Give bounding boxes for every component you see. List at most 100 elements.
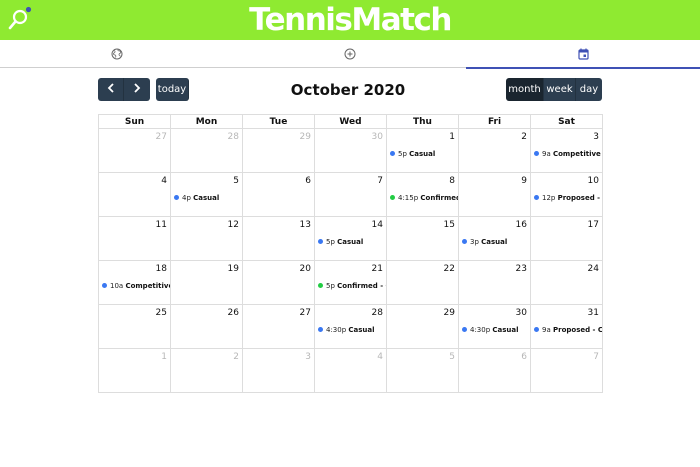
calendar-day-cell[interactable]: 5 [387, 349, 459, 393]
event-title: Casual [481, 238, 508, 246]
calendar-day-cell[interactable]: 30 [315, 129, 387, 173]
day-number: 3 [305, 352, 311, 362]
calendar-event[interactable]: 12p Proposed - C [534, 193, 602, 203]
event-status-dot [534, 327, 539, 332]
calendar-day-cell[interactable]: 4 [99, 173, 171, 217]
event-title: Competitive [125, 282, 170, 290]
event-title: Confirmed [420, 194, 458, 202]
tab-explore[interactable] [0, 40, 233, 68]
calendar-day-cell[interactable]: 20 [243, 261, 315, 305]
event-title: Casual [193, 194, 220, 202]
calendar-day-cell[interactable]: 6 [459, 349, 531, 393]
calendar-day-cell[interactable]: 27 [99, 129, 171, 173]
calendar-day-cell[interactable]: 10 12p Proposed - C [531, 173, 603, 217]
calendar-event[interactable]: 9a Competitive [534, 149, 602, 159]
calendar-event[interactable]: 5p Casual [390, 149, 458, 159]
next-month-button[interactable] [124, 78, 150, 101]
calendar-day-cell[interactable]: 3 [243, 349, 315, 393]
day-number: 9 [521, 176, 527, 186]
view-month-button[interactable]: month [506, 78, 544, 101]
calendar-day-cell[interactable]: 9 [459, 173, 531, 217]
calendar-day-cell[interactable]: 3 9a Competitive [531, 129, 603, 173]
calendar-day-cell[interactable]: 4 [315, 349, 387, 393]
calendar-day-cell[interactable]: 15 [387, 217, 459, 261]
calendar-day-cell[interactable]: 17 [531, 217, 603, 261]
calendar-event[interactable]: 4:30p Casual [318, 325, 386, 335]
day-number: 27 [155, 132, 167, 142]
calendar-day-cell[interactable]: 2 [171, 349, 243, 393]
event-title: Casual [348, 326, 375, 334]
calendar-week-row: 4 5 4p Casual 6 7 8 4:15p Confirmed 9 10 12p Prop… [99, 173, 603, 217]
calendar-day-cell[interactable]: 28 [171, 129, 243, 173]
day-number: 30 [371, 132, 383, 142]
calendar-day-cell[interactable]: 29 [243, 129, 315, 173]
day-number: 31 [587, 308, 599, 318]
bottom-nav-tabs [0, 40, 700, 69]
calendar-day-cell[interactable]: 22 [387, 261, 459, 305]
day-number: 30 [515, 308, 527, 318]
event-title: Casual [337, 238, 364, 246]
event-status-dot [534, 195, 539, 200]
tab-calendar[interactable] [466, 40, 700, 69]
day-number: 7 [377, 176, 383, 186]
calendar-day-cell[interactable]: 1 [99, 349, 171, 393]
calendar-day-cell[interactable]: 19 [171, 261, 243, 305]
event-status-dot [390, 195, 395, 200]
calendar-day-cell[interactable]: 24 [531, 261, 603, 305]
calendar-day-cell[interactable]: 25 [99, 305, 171, 349]
calendar-day-cell[interactable]: 2 [459, 129, 531, 173]
event-status-dot [318, 327, 323, 332]
event-time: 4p [182, 194, 191, 202]
weekday-header-row: Sun Mon Tue Wed Thu Fri Sat [98, 114, 603, 129]
day-number: 2 [521, 132, 527, 142]
chevron-left-icon [107, 83, 115, 96]
calendar-event[interactable]: 4p Casual [174, 193, 242, 203]
event-status-dot [318, 283, 323, 288]
calendar-day-cell[interactable]: 5 4p Casual [171, 173, 243, 217]
calendar-day-cell[interactable]: 28 4:30p Casual [315, 305, 387, 349]
day-number: 29 [299, 132, 311, 142]
view-day-button[interactable]: day [576, 78, 602, 101]
calendar-day-cell[interactable]: 14 5p Casual [315, 217, 387, 261]
event-time: 4:30p [470, 326, 491, 334]
calendar-day-cell[interactable]: 11 [99, 217, 171, 261]
app-title: TennisMatch [249, 2, 452, 38]
calendar-day-cell[interactable]: 16 3p Casual [459, 217, 531, 261]
calendar-day-cell[interactable]: 1 5p Casual [387, 129, 459, 173]
day-number: 29 [443, 308, 455, 318]
today-button[interactable]: today [156, 78, 189, 101]
calendar-day-cell[interactable]: 29 [387, 305, 459, 349]
calendar-day-cell[interactable]: 23 [459, 261, 531, 305]
calendar-day-cell[interactable]: 26 [171, 305, 243, 349]
prev-month-button[interactable] [98, 78, 124, 101]
calendar-day-cell[interactable]: 12 [171, 217, 243, 261]
calendar-week-row: 27 28 29 30 1 5p Casual 2 3 9a Competitive [99, 129, 603, 173]
day-number: 5 [449, 352, 455, 362]
calendar-day-cell[interactable]: 30 4:30p Casual [459, 305, 531, 349]
calendar-event[interactable]: 10a Competitive [102, 281, 170, 291]
calendar-day-cell[interactable]: 7 [315, 173, 387, 217]
calendar-event[interactable]: 5p Casual [318, 237, 386, 247]
event-time: 10a [110, 282, 124, 290]
calendar-day-cell[interactable]: 7 [531, 349, 603, 393]
calendar-week-row: 25 26 27 28 4:30p Casual 29 30 4:30p Casual 31 9a… [99, 305, 603, 349]
day-number: 19 [227, 264, 239, 274]
calendar-day-cell[interactable]: 31 9a Proposed - Co [531, 305, 603, 349]
calendar-day-cell[interactable]: 13 [243, 217, 315, 261]
calendar-event[interactable]: 5p Confirmed - C [318, 281, 386, 291]
calendar-event[interactable]: 4:30p Casual [462, 325, 530, 335]
event-time: 9a [542, 150, 551, 158]
day-number: 26 [227, 308, 239, 318]
calendar-day-cell[interactable]: 6 [243, 173, 315, 217]
day-number: 1 [161, 352, 167, 362]
calendar-event[interactable]: 3p Casual [462, 237, 530, 247]
day-number: 7 [593, 352, 599, 362]
calendar-day-cell[interactable]: 21 5p Confirmed - C [315, 261, 387, 305]
calendar-event[interactable]: 9a Proposed - Co [534, 325, 602, 335]
calendar-day-cell[interactable]: 27 [243, 305, 315, 349]
calendar-day-cell[interactable]: 18 10a Competitive [99, 261, 171, 305]
tab-create-match[interactable] [233, 40, 466, 68]
calendar-event[interactable]: 4:15p Confirmed [390, 193, 458, 203]
view-week-button[interactable]: week [544, 78, 576, 101]
calendar-day-cell[interactable]: 8 4:15p Confirmed [387, 173, 459, 217]
